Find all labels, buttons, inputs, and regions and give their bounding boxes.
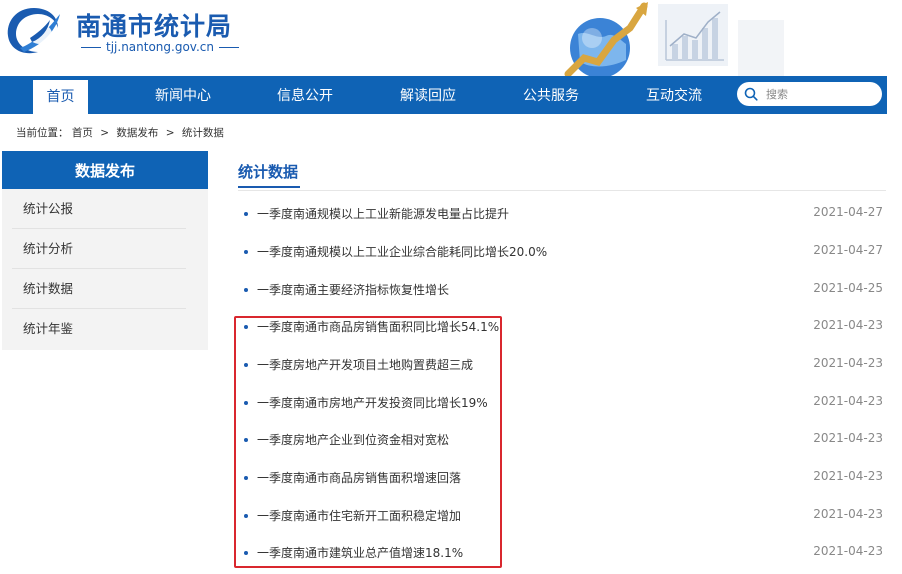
article-list-item: 一季度南通市建筑业总产值增速18.1% 2021-04-23 [238,538,886,568]
section-divider [238,190,886,191]
nav-interpretation[interactable]: 解读回应 [388,76,468,114]
sidebar-item-label: 统计公报 [23,201,74,216]
breadcrumb: 当前位置： 首页 > 数据发布 > 统计数据 [16,125,224,140]
article-date: 2021-04-27 [813,243,883,257]
domain-dash-right [218,46,239,48]
article-date: 2021-04-23 [813,356,883,370]
article-link[interactable]: 一季度南通市商品房销售面积同比增长54.1% [257,318,499,335]
sidebar-item-bulletin[interactable]: 统计公报 [2,189,208,229]
site-name: 南通市统计局 [76,12,233,41]
article-date: 2021-04-23 [813,431,883,445]
breadcrumb-separator: > [165,127,175,139]
section-title: 统计数据 [238,163,299,181]
nav-public-service[interactable]: 公共服务 [511,76,591,114]
breadcrumb-prefix: 当前位置： [16,127,69,139]
breadcrumb-statistics[interactable]: 统计数据 [182,127,224,139]
article-link[interactable]: 一季度南通规模以上工业企业综合能耗同比增长20.0% [257,243,547,260]
bullet-dot-icon [244,212,248,216]
article-list-item: 一季度房地产开发项目土地购置费超三成 2021-04-23 [238,350,886,380]
sidebar-item-analysis[interactable]: 统计分析 [2,229,208,269]
article-list-item: 一季度南通市商品房销售面积增速回落 2021-04-23 [238,463,886,493]
bullet-dot-icon [244,250,248,254]
article-list-item: 一季度房地产企业到位资金相对宽松 2021-04-23 [238,425,886,455]
banner-globe-chart-icon [548,0,788,76]
bullet-dot-icon [244,438,248,442]
logo-icon[interactable] [4,4,66,58]
bullet-dot-icon [244,401,248,405]
nav-news-center[interactable]: 新闻中心 [143,76,223,114]
site-header: 南通市统计局 tjj.nantong.gov.cn [0,0,902,76]
article-link[interactable]: 一季度南通市房地产开发投资同比增长19% [257,394,488,411]
breadcrumb-data-release[interactable]: 数据发布 [116,127,158,139]
article-date: 2021-04-23 [813,544,883,558]
sidebar-item-label: 统计数据 [23,281,74,296]
article-list-item: 一季度南通市住宅新开工面积稳定增加 2021-04-23 [238,501,886,531]
section-title-underline [238,186,300,188]
sidebar: 数据发布 统计公报 统计分析 统计数据 统计年鉴 [2,151,208,350]
sidebar-item-label: 统计分析 [23,241,74,256]
sidebar-item-label: 统计年鉴 [23,321,74,336]
article-date: 2021-04-25 [813,281,883,295]
sidebar-item-data[interactable]: 统计数据 [2,269,208,309]
bullet-dot-icon [244,476,248,480]
domain-dash-left [81,46,101,48]
breadcrumb-home[interactable]: 首页 [72,127,93,139]
article-list-item: 一季度南通市商品房销售面积同比增长54.1% 2021-04-23 [238,312,886,342]
sidebar-item-yearbook[interactable]: 统计年鉴 [2,309,208,349]
bullet-dot-icon [244,325,248,329]
article-link[interactable]: 一季度南通市商品房销售面积增速回落 [257,469,461,486]
nav-information-disclosure[interactable]: 信息公开 [265,76,345,114]
article-link[interactable]: 一季度南通规模以上工业新能源发电量占比提升 [257,205,509,222]
article-link[interactable]: 一季度南通主要经济指标恢复性增长 [257,281,449,298]
bullet-dot-icon [244,288,248,292]
nav-interaction[interactable]: 互动交流 [634,76,714,114]
article-list-item: 一季度南通市房地产开发投资同比增长19% 2021-04-23 [238,388,886,418]
bullet-dot-icon [244,514,248,518]
bullet-dot-icon [244,551,248,555]
article-link[interactable]: 一季度南通市住宅新开工面积稳定增加 [257,507,461,524]
article-date: 2021-04-23 [813,318,883,332]
site-domain: tjj.nantong.gov.cn [76,40,244,54]
article-date: 2021-04-23 [813,469,883,483]
article-date: 2021-04-23 [813,507,883,521]
article-date: 2021-04-27 [813,205,883,219]
article-list-item: 一季度南通规模以上工业新能源发电量占比提升 2021-04-27 [238,199,886,229]
sidebar-title: 数据发布 [2,151,208,189]
bullet-dot-icon [244,363,248,367]
nav-home[interactable]: 首页 [33,80,88,114]
search-box[interactable] [737,82,882,106]
article-list-item: 一季度南通主要经济指标恢复性增长 2021-04-25 [238,275,886,305]
breadcrumb-separator: > [100,127,109,139]
search-input[interactable] [764,86,868,102]
article-link[interactable]: 一季度房地产开发项目土地购置费超三成 [257,356,473,373]
article-date: 2021-04-23 [813,394,883,408]
domain-text: tjj.nantong.gov.cn [106,40,214,54]
article-link[interactable]: 一季度南通市建筑业总产值增速18.1% [257,544,463,561]
search-icon[interactable] [744,87,758,101]
article-link[interactable]: 一季度房地产企业到位资金相对宽松 [257,431,449,448]
article-list-item: 一季度南通规模以上工业企业综合能耗同比增长20.0% 2021-04-27 [238,237,886,267]
